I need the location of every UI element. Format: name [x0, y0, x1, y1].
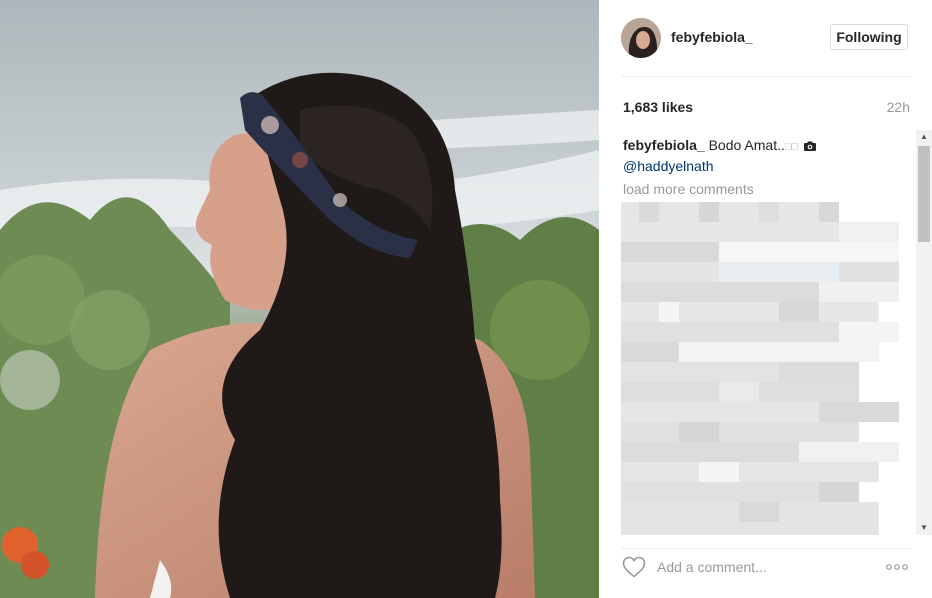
arrow-down-icon[interactable]: ▼ [916, 521, 932, 535]
avatar[interactable] [621, 18, 661, 58]
footer-divider [621, 548, 910, 549]
caption-text: Bodo Amat.. [708, 137, 785, 153]
post-photo[interactable] [0, 0, 599, 598]
likes-count[interactable]: 1,683 likes [623, 99, 693, 115]
post-details-panel: febyfebiola_ Following 1,683 likes 22h f… [599, 0, 932, 598]
post-caption: febyfebiola_ Bodo Amat..□□ @haddyelnath [623, 136, 903, 176]
caption-emoji: □□ [784, 141, 799, 153]
arrow-up-icon[interactable]: ▲ [916, 130, 932, 144]
post-footer [599, 535, 932, 598]
camera-icon [804, 141, 817, 151]
more-options-icon[interactable] [885, 562, 909, 572]
header-divider [621, 76, 910, 77]
username-link[interactable]: febyfebiola_ [671, 29, 753, 45]
caption-username[interactable]: febyfebiola_ [623, 137, 705, 153]
comments-section: febyfebiola_ Bodo Amat..□□ @haddyelnath … [621, 130, 932, 535]
post-header: febyfebiola_ Following [599, 0, 932, 76]
blurred-comments-block [621, 202, 899, 535]
add-comment-input[interactable] [657, 557, 857, 577]
comments-scrollbar[interactable]: ▲ ▼ [916, 130, 932, 535]
caption-mention-link[interactable]: @haddyelnath [623, 158, 714, 174]
post-timestamp[interactable]: 22h [887, 99, 910, 115]
load-more-comments-link[interactable]: load more comments [623, 181, 754, 197]
following-button[interactable]: Following [830, 24, 908, 50]
avatar-image [621, 18, 661, 58]
heart-outline-icon[interactable] [622, 556, 646, 578]
scrollbar-thumb[interactable] [918, 146, 930, 242]
photo-illustration [0, 0, 599, 598]
